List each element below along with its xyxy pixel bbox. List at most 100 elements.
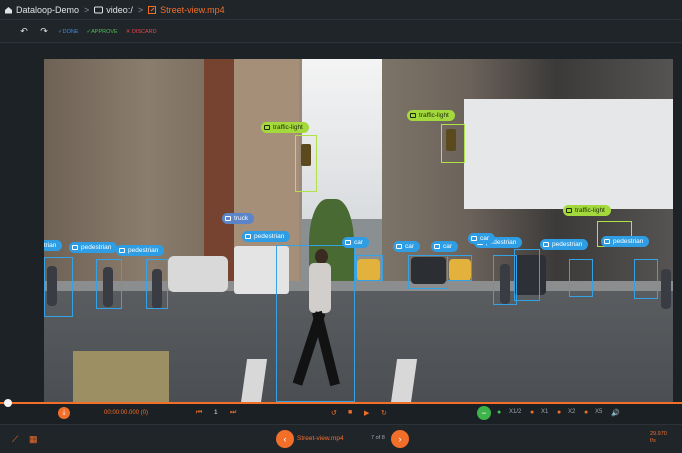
footer-filename: Street-view.mp4: [297, 435, 344, 442]
annotation-label[interactable]: pedestrian: [44, 240, 63, 251]
annotation-label[interactable]: pedestrian: [116, 245, 165, 256]
speed-option[interactable]: X1: [541, 409, 548, 415]
video-stage: traffic-light traffic-light traffic-ligh…: [0, 44, 682, 402]
annotation-label[interactable]: car: [342, 237, 370, 248]
speed-icon: ●: [497, 409, 502, 416]
breadcrumb-separator: >: [84, 4, 90, 15]
annotation-icon: [72, 245, 78, 250]
annotation-label[interactable]: pedestrian: [540, 239, 589, 250]
annotation-icon: [434, 244, 440, 249]
timeline-scrubber[interactable]: [4, 399, 12, 407]
annotation-icon: [264, 125, 270, 130]
stop-icon[interactable]: ■: [348, 409, 352, 416]
footer-bar: ⟋ ▦ ‹ Street-view.mp4 7 of 8 › 29.970 f/…: [0, 424, 682, 453]
discard-button[interactable]: ✕ DISCARD: [126, 29, 157, 35]
annotation-label-text: pedestrian: [552, 241, 583, 248]
speed-option[interactable]: X2: [568, 409, 575, 415]
fps-unit: f/s: [650, 438, 656, 444]
redo-icon[interactable]: ↷: [38, 26, 50, 37]
next-file-button[interactable]: ›: [391, 430, 409, 448]
annotation-label[interactable]: pedestrian: [69, 242, 118, 253]
approve-button[interactable]: ✓APPROVE: [87, 29, 118, 35]
annotation-label-text: truck: [234, 215, 249, 222]
fps-value: 29.970: [650, 431, 667, 437]
repeat-icon[interactable]: ↻: [381, 409, 387, 417]
frame-number[interactable]: 1: [214, 409, 218, 416]
download-icon[interactable]: ⤓: [58, 407, 70, 419]
annotation-label-text: pedestrian: [128, 247, 159, 254]
fps-readout: 29.970 f/s: [650, 431, 667, 445]
scene-pedestrian: [661, 269, 671, 309]
file-index: 7 of 8: [371, 435, 385, 441]
annotation-label-text: car: [480, 235, 490, 242]
undo-icon[interactable]: ↶: [18, 26, 30, 37]
speed-option[interactable]: X5: [595, 409, 602, 415]
annotation-icon: [471, 236, 477, 241]
annotation-label-text: car: [354, 239, 364, 246]
home-icon: [4, 6, 13, 14]
annotation-box-car[interactable]: [408, 255, 448, 289]
rewind-icon[interactable]: ⏮: [196, 409, 202, 417]
video-frame[interactable]: traffic-light traffic-light traffic-ligh…: [44, 59, 673, 402]
annotation-label[interactable]: pedestrian: [242, 231, 291, 242]
play-icon[interactable]: ▶: [364, 409, 369, 417]
done-button[interactable]: ✓DONE: [58, 29, 79, 35]
speed-option[interactable]: X1/2: [509, 409, 521, 415]
speed-icon: ●: [584, 409, 589, 416]
annotation-label[interactable]: traffic-light: [407, 110, 455, 121]
annotation-label-text: traffic-light: [273, 124, 303, 131]
breadcrumb-file[interactable]: Street-view.mp4: [160, 5, 225, 15]
scene-planter: [73, 351, 169, 402]
annotation-icon: [566, 208, 572, 213]
annotation-icon: [119, 248, 125, 253]
breadcrumb-dataset[interactable]: video:/: [106, 5, 133, 15]
annotation-label-text: pedestrian: [81, 244, 112, 251]
annotation-label-text: pedestrian: [613, 238, 644, 245]
breadcrumb-separator: >: [137, 4, 144, 15]
annotation-label[interactable]: pedestrian: [601, 236, 650, 247]
speed-icon: ●: [530, 409, 535, 416]
annotation-label[interactable]: traffic-light: [261, 122, 309, 133]
annotation-label-text: pedestrian: [254, 233, 285, 240]
annotation-label-text: traffic-light: [419, 112, 449, 119]
scene-suv: [168, 256, 228, 292]
annotation-box-car[interactable]: [514, 249, 540, 301]
timestamp: 00:00:00.000 (0): [104, 410, 149, 416]
volume-icon[interactable]: 🔊: [611, 409, 620, 417]
annotation-box-car[interactable]: [447, 255, 472, 281]
annotation-box-pedestrian[interactable]: [44, 257, 73, 317]
annotation-icon: [245, 234, 251, 239]
chart-icon[interactable]: ⟋: [12, 434, 18, 445]
forward-icon[interactable]: ⏭: [230, 409, 236, 417]
annotation-label[interactable]: car: [468, 233, 496, 244]
annotation-label[interactable]: truck: [222, 213, 255, 224]
annotation-icon: [396, 244, 402, 249]
annotation-icon: [410, 113, 416, 118]
annotation-icon: [604, 239, 610, 244]
dataset-icon: [94, 6, 104, 14]
annotation-box-pedestrian[interactable]: [96, 259, 122, 309]
annotation-label[interactable]: car: [393, 241, 421, 252]
annotation-label[interactable]: traffic-light: [563, 205, 611, 216]
zoom-out-button[interactable]: −: [477, 406, 491, 420]
grid-icon[interactable]: ▦: [29, 434, 38, 445]
loop-icon[interactable]: ↺: [331, 409, 337, 417]
annotation-box-pedestrian[interactable]: [569, 259, 593, 297]
annotation-toolbar: ↶ ↷ ✓DONE ✓APPROVE ✕ DISCARD: [0, 21, 682, 43]
breadcrumb-project[interactable]: Dataloop-Demo: [16, 5, 79, 15]
annotation-box-pedestrian[interactable]: [634, 259, 658, 299]
annotation-box-car[interactable]: [356, 255, 383, 281]
annotation-box-pedestrian[interactable]: [146, 259, 168, 309]
annotation-label[interactable]: car: [431, 241, 459, 252]
annotation-label-text: car: [405, 243, 415, 250]
annotation-box-traffic-light[interactable]: [441, 124, 465, 163]
annotation-label-text: pedestrian: [44, 242, 57, 249]
annotation-box-pedestrian[interactable]: [276, 245, 355, 402]
annotation-label-text: car: [443, 243, 453, 250]
annotation-icon: [543, 242, 549, 247]
playback-bar: ⤓ 00:00:00.000 (0) ⏮ 1 ⏭ ↺ ■ ▶ ↻ − ● X1/…: [0, 399, 682, 424]
annotation-box-traffic-light[interactable]: [295, 135, 317, 192]
edit-file-icon: [148, 5, 157, 14]
speed-icon: ●: [557, 409, 562, 416]
previous-file-button[interactable]: ‹: [276, 430, 294, 448]
